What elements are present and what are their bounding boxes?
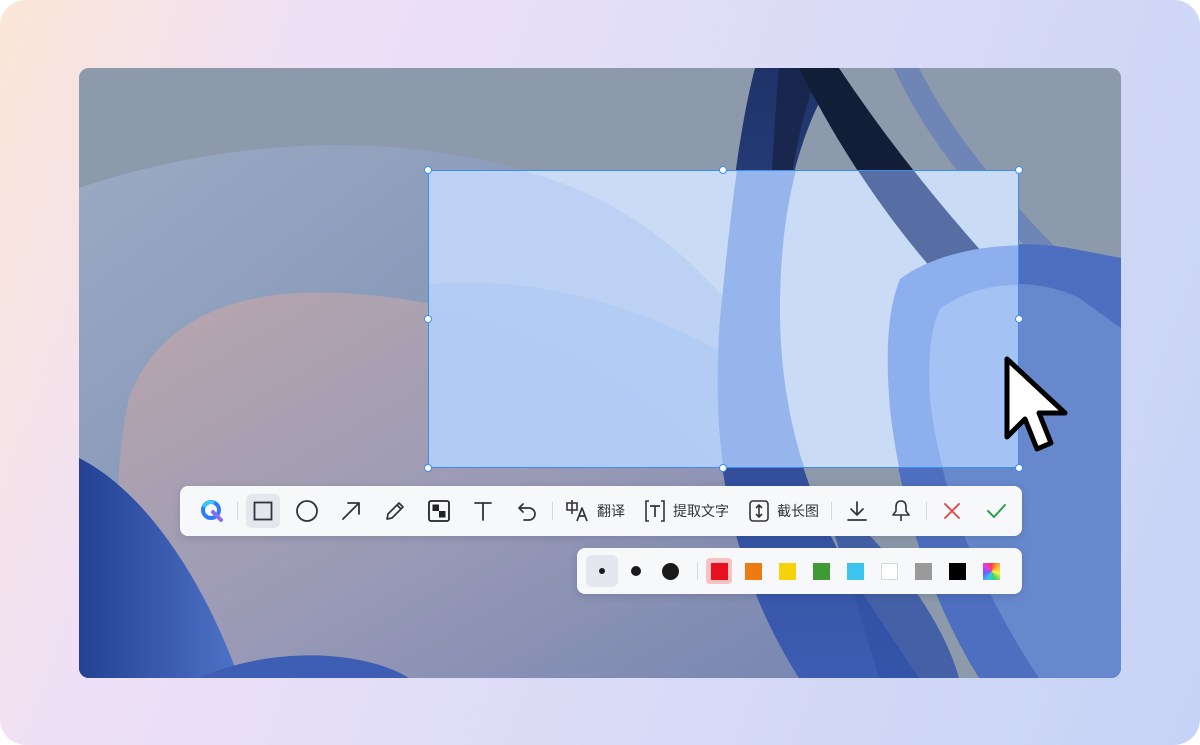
translate-button[interactable]: 翻译: [561, 494, 629, 528]
extract-text-button[interactable]: 提取文字: [639, 494, 733, 528]
check-icon: [987, 504, 1006, 518]
color-swatch-black[interactable]: [944, 558, 970, 584]
swatch-fill: [914, 562, 932, 580]
selection-tint: [429, 171, 1018, 467]
separator: [697, 562, 698, 580]
arrow-icon: [342, 502, 360, 520]
separator: [831, 502, 832, 520]
selection-region[interactable]: [428, 170, 1019, 468]
swatch-fill: [778, 562, 796, 580]
mouse-pointer-icon: [1004, 356, 1068, 452]
color-swatch-white[interactable]: [876, 558, 902, 584]
resize-handle-top-left[interactable]: [424, 166, 432, 174]
long-screenshot-label: 截长图: [777, 504, 819, 520]
download-button[interactable]: [840, 494, 874, 528]
resize-handle-bottom-right[interactable]: [1015, 464, 1023, 472]
screenshot-toolbar: 翻译 提取文字 截长图: [180, 486, 1022, 536]
long-screenshot-icon: [749, 500, 769, 522]
app-frame: 翻译 提取文字 截长图: [0, 0, 1200, 745]
separator: [552, 502, 553, 520]
brush-size-small[interactable]: [586, 555, 618, 587]
swatch-fill: [880, 562, 898, 580]
color-swatch-red[interactable]: [706, 558, 732, 584]
text-icon: [474, 502, 492, 521]
rainbow-icon: [982, 562, 1000, 580]
size-dot-small: [599, 568, 605, 574]
resize-handle-top[interactable]: [719, 166, 727, 174]
close-icon: [944, 503, 960, 519]
undo-button[interactable]: [510, 494, 544, 528]
long-screenshot-button[interactable]: 截长图: [743, 494, 823, 528]
resize-handle-right[interactable]: [1015, 315, 1023, 323]
app-logo-icon: [201, 500, 223, 522]
translate-icon: [566, 500, 588, 522]
swatch-fill: [948, 562, 966, 580]
resize-handle-top-right[interactable]: [1015, 166, 1023, 174]
arrow-tool-button[interactable]: [334, 494, 368, 528]
rectangle-tool-button[interactable]: [246, 494, 280, 528]
rectangle-icon: [253, 501, 273, 521]
brush-size-large[interactable]: [654, 555, 686, 587]
color-swatch-gray[interactable]: [910, 558, 936, 584]
swatch-fill: [812, 562, 830, 580]
cancel-button[interactable]: [935, 494, 969, 528]
resize-handle-bottom-left[interactable]: [424, 464, 432, 472]
pencil-icon: [386, 502, 404, 520]
color-swatch-yellow[interactable]: [774, 558, 800, 584]
pen-tool-button[interactable]: [378, 494, 412, 528]
pin-button[interactable]: [884, 494, 918, 528]
undo-icon: [518, 503, 536, 521]
extract-text-label: 提取文字: [673, 504, 729, 520]
resize-handle-bottom[interactable]: [719, 464, 727, 472]
extract-text-icon: [645, 500, 665, 522]
ellipse-tool-button[interactable]: [290, 494, 324, 528]
app-logo-button[interactable]: [195, 494, 229, 528]
translate-label: 翻译: [597, 504, 625, 520]
confirm-button[interactable]: [979, 494, 1013, 528]
download-icon: [847, 501, 867, 521]
size-dot-large: [661, 562, 679, 580]
separator: [926, 502, 927, 520]
size-dot-medium: [631, 566, 641, 576]
brush-size-medium[interactable]: [620, 555, 652, 587]
custom-color-button[interactable]: [978, 558, 1004, 584]
color-swatch-cyan[interactable]: [842, 558, 868, 584]
swatch-fill: [744, 562, 762, 580]
color-swatch-orange[interactable]: [740, 558, 766, 584]
mosaic-icon: [428, 500, 450, 522]
resize-handle-left[interactable]: [424, 315, 432, 323]
circle-icon: [296, 500, 318, 522]
mosaic-tool-button[interactable]: [422, 494, 456, 528]
text-tool-button[interactable]: [466, 494, 500, 528]
swatch-fill: [846, 562, 864, 580]
pin-icon: [892, 500, 910, 521]
separator: [237, 502, 238, 520]
swatch-fill: [710, 562, 728, 580]
style-palette: [577, 548, 1022, 594]
color-swatch-green[interactable]: [808, 558, 834, 584]
